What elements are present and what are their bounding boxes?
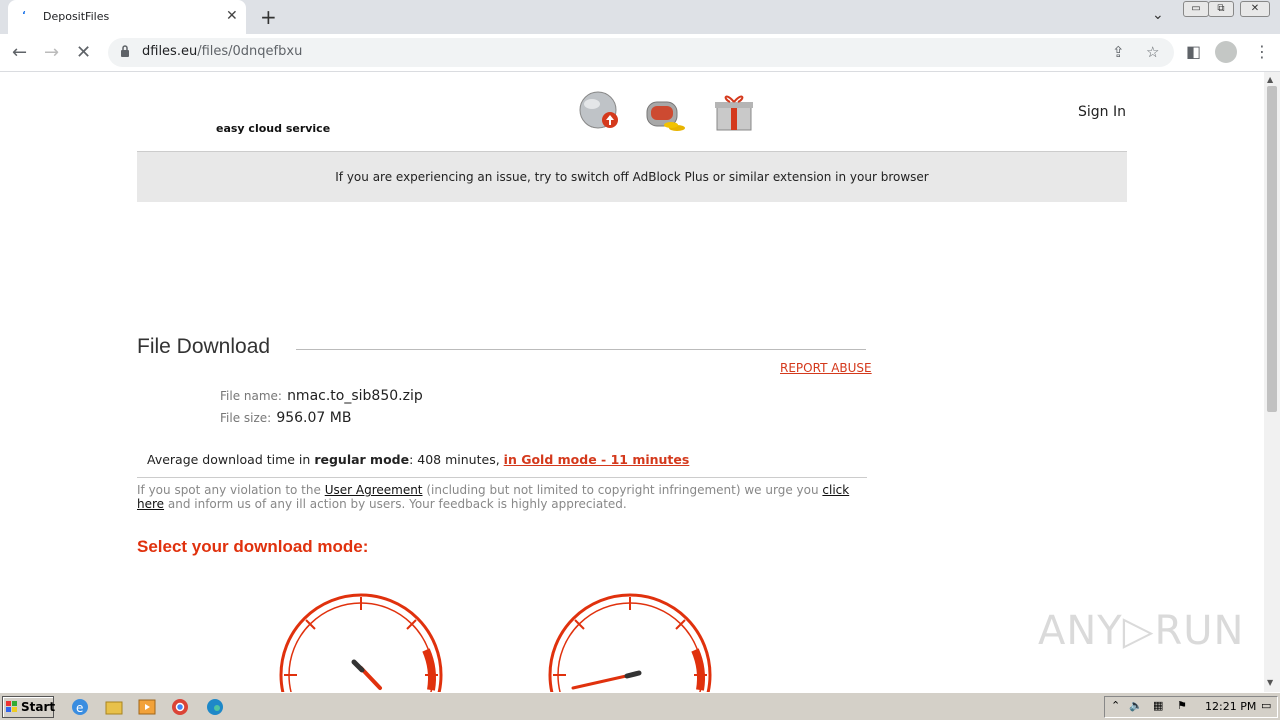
upload-globe-icon[interactable] [578, 90, 622, 134]
flag-icon[interactable]: ⚑ [1177, 699, 1187, 712]
browser-toolbar: ← → ✕ dfiles.eu/files/0dnqefbxu ⇪ ☆ ◧ ⋮ [0, 34, 1280, 72]
share-icon[interactable]: ⇪ [1112, 43, 1125, 61]
gold-purse-icon[interactable] [643, 90, 687, 134]
close-icon[interactable]: ✕ [226, 8, 238, 24]
chrome-icon[interactable] [170, 697, 190, 717]
minimize-icon[interactable]: ▭ [1183, 1, 1209, 17]
windows-logo-icon [6, 701, 17, 712]
url-text: dfiles.eu/files/0dnqefbxu [142, 44, 303, 59]
folder-icon[interactable] [104, 697, 124, 717]
scroll-up-icon[interactable]: ▲ [1267, 75, 1273, 84]
volume-icon[interactable]: 🔈 [1129, 699, 1143, 712]
sidepanel-icon[interactable]: ◧ [1186, 42, 1201, 61]
favicon-icon: ʻ [22, 10, 26, 21]
svg-text:e: e [76, 701, 83, 715]
site-tagline: easy cloud service [216, 122, 331, 135]
file-name: nmac.to_sib850.zip [287, 388, 423, 404]
select-mode-heading: Select your download mode: [137, 537, 369, 556]
report-abuse-link[interactable]: REPORT ABUSE [780, 361, 872, 375]
lock-icon [121, 45, 129, 57]
sign-in-link[interactable]: Sign In [1078, 104, 1126, 120]
title-divider [296, 349, 866, 350]
back-icon[interactable]: ← [12, 42, 27, 63]
page-title: File Download [137, 335, 271, 358]
show-desktop-icon[interactable]: ▭ [1261, 699, 1271, 712]
file-size-row: File size: 956.07 MB [220, 410, 352, 426]
edge-icon[interactable] [205, 697, 225, 717]
gold-mode-gauge-icon[interactable] [545, 590, 715, 692]
chevron-down-icon[interactable]: ⌄ [1152, 7, 1164, 23]
profile-avatar-icon[interactable] [1215, 41, 1237, 63]
average-download-time: Average download time in regular mode: 4… [147, 452, 690, 467]
page-content: easy cloud service Sign In If you are ex… [0, 72, 1264, 692]
restore-icon[interactable]: ⧉ [1208, 1, 1234, 17]
new-tab-icon[interactable]: + [260, 5, 277, 29]
violation-notice: If you spot any violation to the User Ag… [137, 483, 850, 511]
network-icon[interactable]: ▦ [1153, 699, 1163, 712]
taskbar: Start e ⌃ 🔈 ▦ ⚑ 12:21 PM ▭ [0, 692, 1280, 720]
tab-title: DepositFiles [43, 10, 110, 23]
user-agreement-link[interactable]: User Agreement [325, 483, 423, 497]
close-window-icon[interactable]: ✕ [1240, 1, 1270, 17]
browser-tab[interactable]: ʻ DepositFiles ✕ [8, 0, 246, 34]
tray-expand-icon[interactable]: ⌃ [1111, 699, 1120, 712]
start-button[interactable]: Start [2, 696, 55, 718]
forward-icon[interactable]: → [44, 42, 59, 63]
address-bar[interactable]: dfiles.eu/files/0dnqefbxu ⇪ ☆ [108, 38, 1174, 67]
system-tray: ⌃ 🔈 ▦ ⚑ 12:21 PM ▭ [1104, 696, 1278, 718]
scroll-down-icon[interactable]: ▼ [1267, 678, 1273, 687]
watermark-logo: ANY▷RUN [1038, 608, 1245, 654]
scroll-thumb[interactable] [1267, 86, 1277, 412]
menu-icon[interactable]: ⋮ [1254, 42, 1270, 61]
file-name-row: File name: nmac.to_sib850.zip [220, 388, 423, 404]
gold-mode-link[interactable]: in Gold mode - 11 minutes [504, 452, 690, 467]
star-icon[interactable]: ☆ [1146, 43, 1159, 61]
media-player-icon[interactable] [137, 697, 157, 717]
ie-icon[interactable]: e [70, 697, 90, 717]
clock: 12:21 PM [1205, 700, 1257, 713]
tab-bar: ʻ DepositFiles ✕ + ⌄ ▭ ⧉ ✕ [0, 0, 1280, 34]
divider [137, 477, 867, 478]
page-scrollbar[interactable]: ▲ ▼ [1264, 72, 1280, 692]
regular-mode-gauge-icon[interactable] [276, 590, 446, 692]
adblock-notice: If you are experiencing an issue, try to… [137, 151, 1127, 202]
file-size: 956.07 MB [276, 410, 352, 426]
stop-loading-icon[interactable]: ✕ [76, 42, 91, 63]
gift-icon[interactable] [712, 90, 756, 134]
